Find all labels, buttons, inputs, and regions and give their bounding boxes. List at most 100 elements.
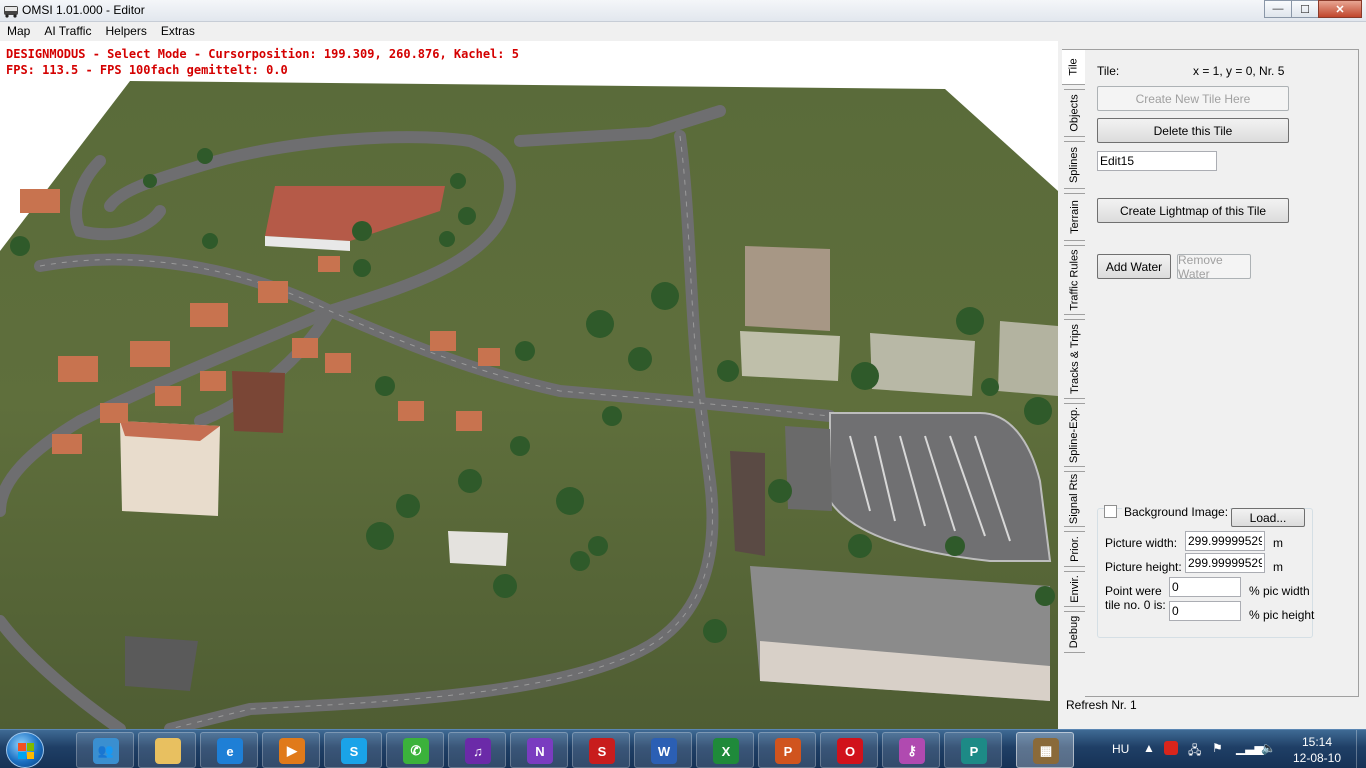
folder-icon [155, 738, 181, 764]
vertical-tab-strip: Tile Objects Splines Terrain Traffic Rul… [1062, 49, 1086, 697]
taskbar-app-audio[interactable]: ♫ [448, 732, 506, 768]
taskbar-app-superman[interactable]: S [572, 732, 630, 768]
nvu-icon: N [527, 738, 553, 764]
start-button[interactable] [6, 732, 44, 768]
taskbar-app-messenger[interactable]: 👥 [76, 732, 134, 768]
taskbar-app-explorer[interactable] [138, 732, 196, 768]
taskbar-app-media-player[interactable]: ▶ [262, 732, 320, 768]
phone-icon: ✆ [403, 738, 429, 764]
minimize-button[interactable]: — [1264, 0, 1292, 18]
picture-width-input[interactable] [1185, 531, 1265, 551]
maximize-button[interactable]: ☐ [1291, 0, 1319, 18]
tab-tracks-trips[interactable]: Tracks & Trips [1064, 319, 1086, 399]
tab-prior[interactable]: Prior. [1064, 531, 1086, 567]
close-icon: ✕ [1335, 3, 1345, 16]
menu-map[interactable]: Map [0, 22, 37, 41]
picture-height-unit: m [1273, 560, 1283, 574]
menu-helpers[interactable]: Helpers [98, 22, 153, 41]
add-water-button[interactable]: Add Water [1097, 254, 1171, 279]
pic-width-percent-label: % pic width [1249, 584, 1310, 598]
taskbar-app-internet-explorer[interactable]: e [200, 732, 258, 768]
picture-height-input[interactable] [1185, 553, 1265, 573]
tab-spline-exp[interactable]: Spline-Exp. [1064, 403, 1086, 467]
tab-traffic-rules-label: Traffic Rules [1068, 249, 1081, 311]
pic-height-percent-input[interactable] [1169, 601, 1241, 621]
tab-signal-rts[interactable]: Signal Rts [1064, 471, 1086, 527]
tab-prior-label: Prior. [1068, 536, 1081, 562]
clock-time: 15:14 [1301, 735, 1333, 749]
tab-envir-label: Envir. [1068, 575, 1081, 603]
point-label-line1: Point were [1105, 584, 1162, 598]
tab-objects[interactable]: Objects [1064, 89, 1086, 137]
taskbar-app-phone[interactable]: ✆ [386, 732, 444, 768]
taskbar-app-skype[interactable]: S [324, 732, 382, 768]
tab-tracks-trips-label: Tracks & Trips [1068, 324, 1081, 394]
taskbar-app-nvu[interactable]: N [510, 732, 568, 768]
taskbar-app-word[interactable]: W [634, 732, 692, 768]
tab-tile-label: Tile [1067, 58, 1080, 76]
maximize-icon: ☐ [1300, 3, 1310, 16]
taskbar-app-publisher[interactable]: P [944, 732, 1002, 768]
clock-date: 12-08-10 [1292, 751, 1342, 765]
create-new-tile-button[interactable]: Create New Tile Here [1097, 86, 1289, 111]
omsi-bus-icon: ▦ [1033, 738, 1059, 764]
signal-bars-icon[interactable]: ▁▃▅ [1236, 741, 1264, 755]
taskbar-app-opera[interactable]: O [820, 732, 878, 768]
tab-terrain[interactable]: Terrain [1064, 193, 1086, 241]
tile-label: Tile: [1097, 64, 1120, 78]
menu-bar: Map AI Traffic Helpers Extras [0, 22, 1366, 41]
window-title: OMSI 1.01.000 - Editor [22, 3, 145, 17]
close-button[interactable]: ✕ [1318, 0, 1362, 18]
ie-icon: e [217, 738, 243, 764]
taskbar-app-keys[interactable]: ⚷ [882, 732, 940, 768]
background-image-label: Background Image: [1122, 505, 1231, 519]
menu-ai-traffic[interactable]: AI Traffic [37, 22, 98, 41]
tab-terrain-label: Terrain [1068, 200, 1081, 234]
map-viewport[interactable]: DESIGNMODUS - Select Mode - Cursorpositi… [0, 41, 1058, 729]
opera-icon: O [837, 738, 863, 764]
taskbar-app-excel[interactable]: X [696, 732, 754, 768]
antivirus-icon[interactable] [1164, 741, 1178, 755]
tab-envir[interactable]: Envir. [1064, 571, 1086, 607]
pic-height-percent-label: % pic height [1249, 608, 1315, 622]
menu-extras[interactable]: Extras [154, 22, 202, 41]
skype-icon: S [341, 738, 367, 764]
powerpoint-icon: P [775, 738, 801, 764]
messenger-icon: 👥 [93, 738, 119, 764]
delete-tile-button[interactable]: Delete this Tile [1097, 118, 1289, 143]
point-label-line2: tile no. 0 is: [1105, 598, 1166, 612]
editor-panel: Tile Objects Splines Terrain Traffic Rul… [1058, 41, 1366, 729]
taskbar-app-omsi[interactable]: ▦ [1016, 732, 1074, 768]
tab-traffic-rules[interactable]: Traffic Rules [1064, 245, 1086, 315]
tab-debug[interactable]: Debug [1064, 611, 1086, 653]
omsi-bus-icon [4, 6, 18, 18]
clock[interactable]: 15:14 12-08-10 [1288, 734, 1346, 766]
tab-debug-label: Debug [1068, 615, 1081, 649]
load-button[interactable]: Load... [1231, 508, 1305, 527]
show-hidden-icons-icon[interactable]: ▲ [1143, 741, 1157, 755]
network-icon[interactable]: 🖧 [1188, 741, 1202, 757]
terrain-scene [0, 81, 1058, 729]
volume-icon[interactable]: 🔈 [1261, 741, 1276, 755]
create-lightmap-button[interactable]: Create Lightmap of this Tile [1097, 198, 1289, 223]
publisher-icon: P [961, 738, 987, 764]
remove-water-button[interactable]: Remove Water [1177, 253, 1251, 281]
pic-width-percent-input[interactable] [1169, 577, 1241, 597]
tab-splines[interactable]: Splines [1064, 141, 1086, 189]
picture-height-label: Picture height: [1105, 560, 1182, 574]
language-indicator[interactable]: HU [1112, 742, 1129, 756]
taskbar-app-powerpoint[interactable]: P [758, 732, 816, 768]
background-image-checkbox[interactable] [1104, 505, 1117, 518]
show-desktop-button[interactable] [1356, 730, 1366, 768]
status-overlay-line2: FPS: 113.5 - FPS 100fach gemittelt: 0.0 [6, 63, 288, 77]
tile-name-input[interactable] [1097, 151, 1217, 171]
tile-info: x = 1, y = 0, Nr. 5 [1193, 64, 1285, 78]
picture-width-unit: m [1273, 536, 1283, 550]
title-bar: OMSI 1.01.000 - Editor — ☐ ✕ [0, 0, 1366, 22]
action-center-flag-icon[interactable]: ⚑ [1212, 741, 1226, 755]
picture-width-label: Picture width: [1105, 536, 1178, 550]
minimize-icon: — [1272, 3, 1284, 15]
tab-tile[interactable]: Tile [1062, 49, 1086, 85]
headphones-icon: ♫ [465, 738, 491, 764]
tab-spline-exp-label: Spline-Exp. [1068, 406, 1081, 464]
